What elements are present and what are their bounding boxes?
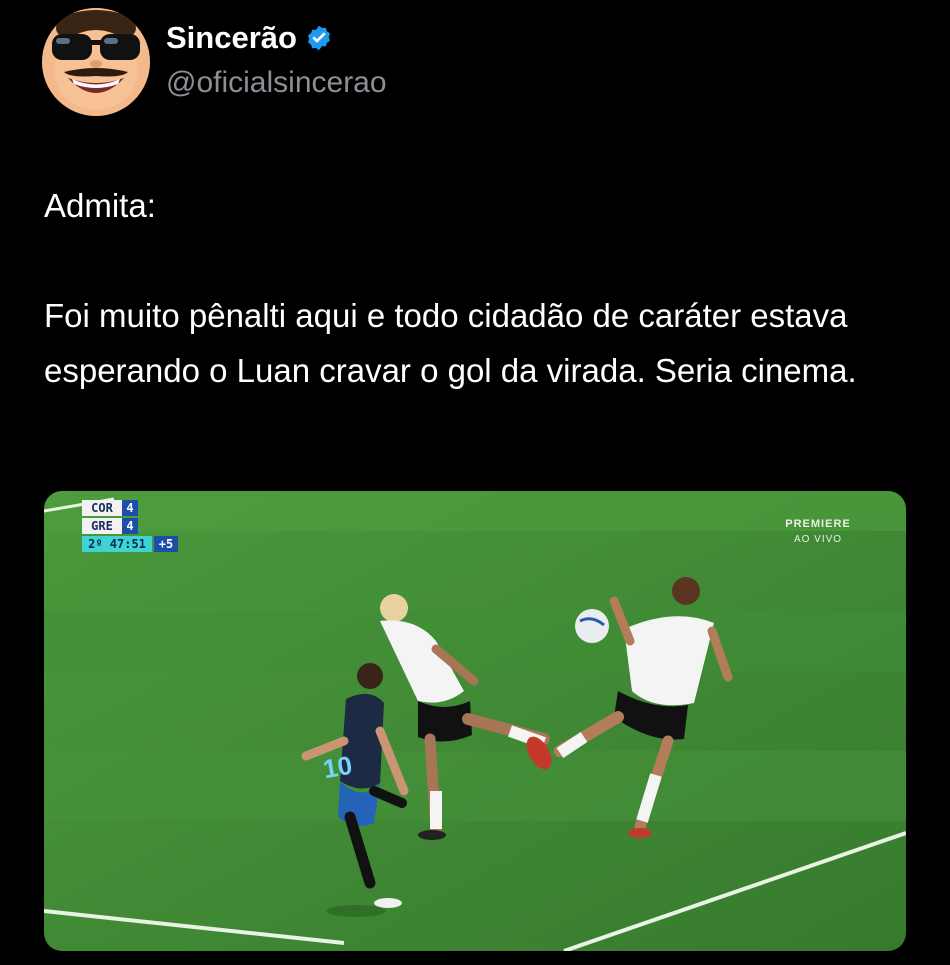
match-clock: 2º 47:51 [82, 536, 152, 552]
author-name-row[interactable]: Sincerão [166, 20, 333, 56]
away-team: GRE [82, 518, 122, 534]
tweet-media[interactable]: 10 [44, 491, 906, 951]
added-time: +5 [154, 536, 178, 552]
display-name[interactable]: Sincerão [166, 20, 297, 56]
author-handle[interactable]: @oficialsincerao [166, 66, 387, 100]
broadcaster-logo: PREMIERE AO VIVO [770, 516, 866, 548]
away-score: 4 [122, 518, 138, 534]
tweet-text: Admita: Foi muito pênalti aqui e todo ci… [44, 187, 857, 389]
scoreboard: COR 4 GRE 4 2º 47:51 +5 [82, 500, 178, 552]
broadcaster-name: PREMIERE [785, 518, 851, 530]
scoreboard-away-row: GRE 4 [82, 518, 178, 534]
verified-badge-icon [307, 25, 330, 51]
broadcaster-live: AO VIVO [793, 534, 843, 545]
scoreboard-home-row: COR 4 [82, 500, 178, 516]
football-match-image: 10 [44, 491, 906, 951]
home-score: 4 [122, 500, 138, 516]
cartoon-sunglasses-face-icon [42, 8, 150, 116]
svg-text:10: 10 [321, 750, 355, 785]
scoreboard-clock-row: 2º 47:51 +5 [82, 536, 178, 552]
avatar[interactable] [42, 8, 150, 116]
home-team: COR [82, 500, 122, 516]
